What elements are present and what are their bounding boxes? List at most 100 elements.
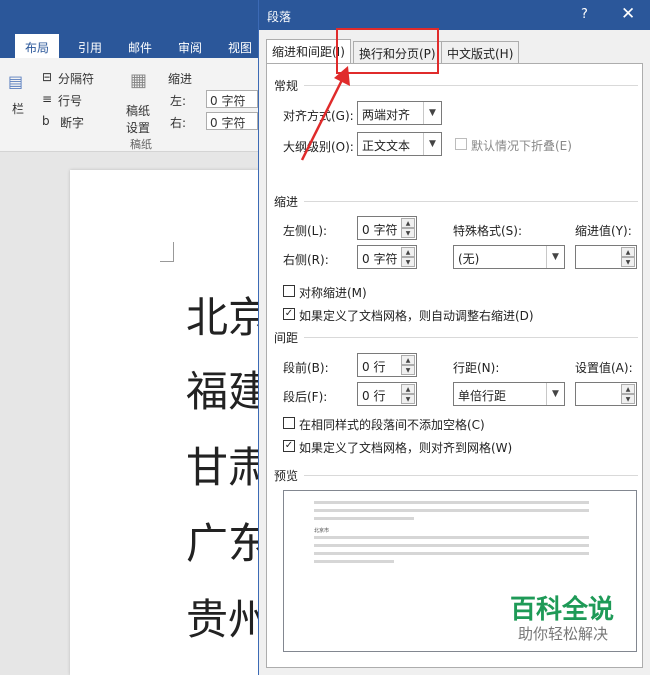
line-spacing-label: 行距(N):: [453, 361, 500, 375]
mirror-indents-label: 对称缩进(M): [299, 286, 367, 300]
preview-box: 北京市 百科全说 助你轻松解决: [283, 490, 637, 652]
alignment-select[interactable]: 两端对齐 ▼: [357, 101, 442, 125]
ribbon: ▤ 栏 ⊟ 分隔符 ≡ 行号 b 断字 ▦ 稿纸设置 稿纸 缩进 左: 0 字符…: [0, 58, 258, 152]
indent-by-label: 缩进值(Y):: [575, 224, 632, 238]
preview-line: [314, 517, 414, 520]
outline-level-select[interactable]: 正文文本 ▼: [357, 132, 442, 156]
doc-line: 贵州: [186, 595, 258, 644]
preview-line: [314, 536, 589, 539]
ribbon-indent-right-label: 右:: [170, 116, 187, 130]
ribbon-tab-review[interactable]: 审阅: [178, 39, 202, 56]
word-title-bar: [0, 0, 258, 34]
auto-adjust-indent-label: 如果定义了文档网格，则自动调整右缩进(D): [299, 309, 534, 323]
chevron-down-icon: ▼: [546, 246, 564, 268]
indent-left-label: 左侧(L):: [283, 224, 328, 238]
columns-button[interactable]: 栏: [12, 100, 24, 117]
help-button[interactable]: ?: [581, 7, 588, 22]
ribbon-tabs: 布局 引用 邮件 审阅 视图: [0, 34, 258, 58]
special-indent-value: (无): [458, 252, 480, 266]
line-numbers-button[interactable]: 行号: [58, 92, 82, 109]
breaks-button[interactable]: 分隔符: [58, 70, 94, 87]
line-spacing-value: 单倍行距: [458, 389, 507, 403]
tab-asian-typography[interactable]: 中文版式(H): [441, 41, 520, 63]
chevron-down-icon: ▼: [423, 133, 441, 155]
doc-line: 广东: [186, 519, 258, 568]
no-space-same-style-checkbox[interactable]: [283, 417, 295, 429]
line-numbers-icon: ≡: [42, 92, 53, 106]
preview-line: [314, 560, 394, 563]
preview-sample-text: 北京市: [314, 528, 330, 534]
space-before-value: 0 行: [362, 360, 386, 374]
snap-to-grid-checkbox[interactable]: ✓: [283, 440, 295, 452]
preview-line: [314, 501, 589, 504]
collapsed-label: 默认情况下折叠(E): [471, 139, 572, 153]
spin-down-icon[interactable]: ▼: [401, 394, 415, 404]
close-button[interactable]: ✕: [621, 4, 635, 24]
columns-icon: ▤: [8, 72, 24, 91]
space-before-spinner[interactable]: 0 行 ▲ ▼: [357, 353, 417, 377]
manuscript-group-label: 稿纸: [130, 138, 152, 151]
indent-right-spinner[interactable]: 0 字符 ▲ ▼: [357, 245, 417, 269]
preview-line: [314, 552, 589, 555]
ribbon-tab-layout[interactable]: 布局: [15, 34, 60, 58]
indent-left-spinner[interactable]: 0 字符 ▲ ▼: [357, 216, 417, 240]
snap-to-grid-label: 如果定义了文档网格，则对齐到网格(W): [299, 441, 513, 455]
ribbon-indent-right-input[interactable]: 0 字符: [206, 112, 258, 130]
doc-line: 甘肃: [186, 443, 258, 492]
space-before-label: 段前(B):: [283, 361, 329, 375]
spin-down-icon[interactable]: ▼: [621, 257, 635, 267]
divider: [304, 475, 638, 476]
space-after-label: 段后(F):: [283, 390, 328, 404]
no-space-same-style-label: 在相同样式的段落间不添加空格(C): [299, 418, 485, 432]
divider: [304, 201, 638, 202]
chevron-down-icon: ▼: [423, 102, 441, 124]
line-spacing-select[interactable]: 单倍行距 ▼: [453, 382, 565, 406]
spin-down-icon[interactable]: ▼: [621, 394, 635, 404]
spin-down-icon[interactable]: ▼: [401, 365, 415, 375]
ribbon-tab-mailings[interactable]: 邮件: [128, 39, 152, 56]
indent-by-spinner[interactable]: ▲ ▼: [575, 245, 637, 269]
ribbon-indent-left-input[interactable]: 0 字符: [206, 90, 258, 108]
ribbon-indent-left-label: 左:: [170, 94, 187, 108]
spin-up-icon[interactable]: ▲: [621, 247, 635, 257]
spin-up-icon[interactable]: ▲: [401, 355, 415, 365]
manuscript-button[interactable]: 稿纸设置: [126, 102, 156, 136]
dialog-title: 段落: [267, 10, 292, 24]
indent-right-value: 0 字符: [362, 252, 398, 266]
spin-up-icon[interactable]: ▲: [401, 247, 415, 257]
space-after-value: 0 行: [362, 389, 386, 403]
hyphenation-button[interactable]: 断字: [60, 114, 84, 131]
spin-down-icon[interactable]: ▼: [401, 228, 415, 238]
doc-line: 北京: [186, 293, 258, 342]
special-indent-label: 特殊格式(S):: [453, 224, 523, 238]
space-after-spinner[interactable]: 0 行 ▲ ▼: [357, 382, 417, 406]
watermark-title: 百科全说: [510, 595, 615, 625]
auto-adjust-indent-checkbox[interactable]: ✓: [283, 308, 295, 320]
indent-left-value: 0 字符: [362, 223, 398, 237]
divider: [304, 337, 638, 338]
section-spacing: 间距: [274, 331, 299, 345]
section-indent: 缩进: [274, 195, 299, 209]
mirror-indents-checkbox[interactable]: [283, 285, 295, 297]
spin-up-icon[interactable]: ▲: [401, 218, 415, 228]
doc-line: 福建: [186, 367, 258, 416]
collapsed-checkbox[interactable]: [455, 138, 467, 150]
preview-line: [314, 509, 589, 512]
special-indent-select[interactable]: (无) ▼: [453, 245, 565, 269]
spacing-at-spinner[interactable]: ▲ ▼: [575, 382, 637, 406]
preview-line: [314, 544, 589, 547]
watermark-subtitle: 助你轻松解决: [518, 625, 609, 643]
chevron-down-icon: ▼: [546, 383, 564, 405]
hyphenation-icon: b: [42, 114, 50, 128]
section-preview: 预览: [274, 469, 299, 483]
annotation-arrow-icon: [300, 66, 350, 161]
spin-up-icon[interactable]: ▲: [401, 384, 415, 394]
indent-group-title: 缩进: [168, 72, 193, 86]
manuscript-icon: ▦: [130, 70, 148, 91]
ribbon-tab-references[interactable]: 引用: [78, 39, 102, 56]
dialog-title-bar: 段落 ? ✕: [259, 0, 650, 30]
spin-up-icon[interactable]: ▲: [621, 384, 635, 394]
spin-down-icon[interactable]: ▼: [401, 257, 415, 267]
margin-marker: [160, 242, 174, 262]
ribbon-tab-view[interactable]: 视图: [228, 39, 252, 56]
